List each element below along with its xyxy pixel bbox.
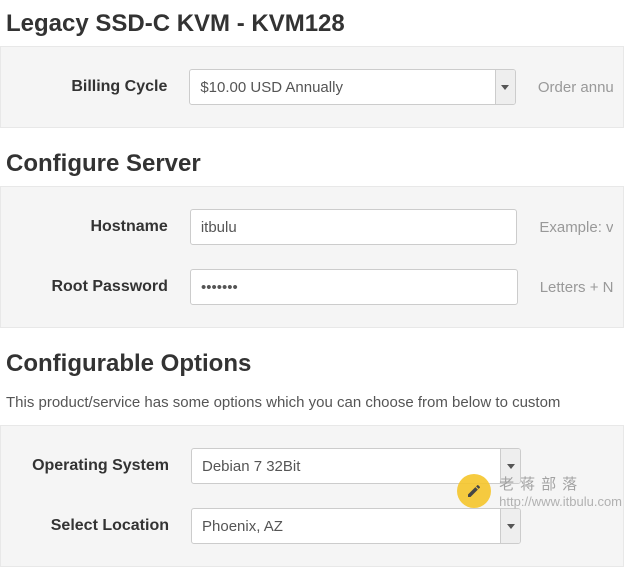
root-password-row: Root Password Letters + N <box>1 261 623 313</box>
root-password-input[interactable] <box>190 269 518 305</box>
hostname-input[interactable] <box>190 209 518 245</box>
billing-cycle-label: Billing Cycle <box>11 78 189 96</box>
hostname-label: Hostname <box>11 218 190 236</box>
configurable-options-heading: Configurable Options <box>0 340 630 386</box>
configure-server-heading: Configure Server <box>0 140 630 186</box>
chevron-down-icon <box>500 509 520 543</box>
billing-section: Billing Cycle $10.00 USD Annually Order … <box>0 46 624 128</box>
chevron-down-icon <box>495 70 515 104</box>
location-value: Phoenix, AZ <box>191 508 521 544</box>
root-password-label: Root Password <box>11 278 190 296</box>
location-label: Select Location <box>11 517 191 535</box>
hostname-hint: Example: v <box>517 219 613 236</box>
hostname-row: Hostname Example: v <box>1 201 623 253</box>
watermark-url: http://www.itbulu.com <box>499 494 622 509</box>
product-title: Legacy SSD-C KVM - KVM128 <box>0 0 630 46</box>
billing-cycle-value: $10.00 USD Annually <box>189 69 516 105</box>
configure-server-section: Hostname Example: v Root Password Letter… <box>0 186 624 328</box>
watermark: 老蒋部落 http://www.itbulu.com <box>457 473 622 509</box>
watermark-cn: 老蒋部落 <box>499 473 622 494</box>
billing-cycle-hint: Order annu <box>516 79 613 96</box>
os-label: Operating System <box>11 457 191 475</box>
billing-cycle-row: Billing Cycle $10.00 USD Annually Order … <box>1 61 623 113</box>
configurable-options-blurb: This product/service has some options wh… <box>0 386 630 425</box>
location-select[interactable]: Phoenix, AZ <box>191 508 521 544</box>
billing-cycle-select[interactable]: $10.00 USD Annually <box>189 69 516 105</box>
root-password-hint: Letters + N <box>518 279 613 296</box>
pencil-icon <box>457 474 491 508</box>
